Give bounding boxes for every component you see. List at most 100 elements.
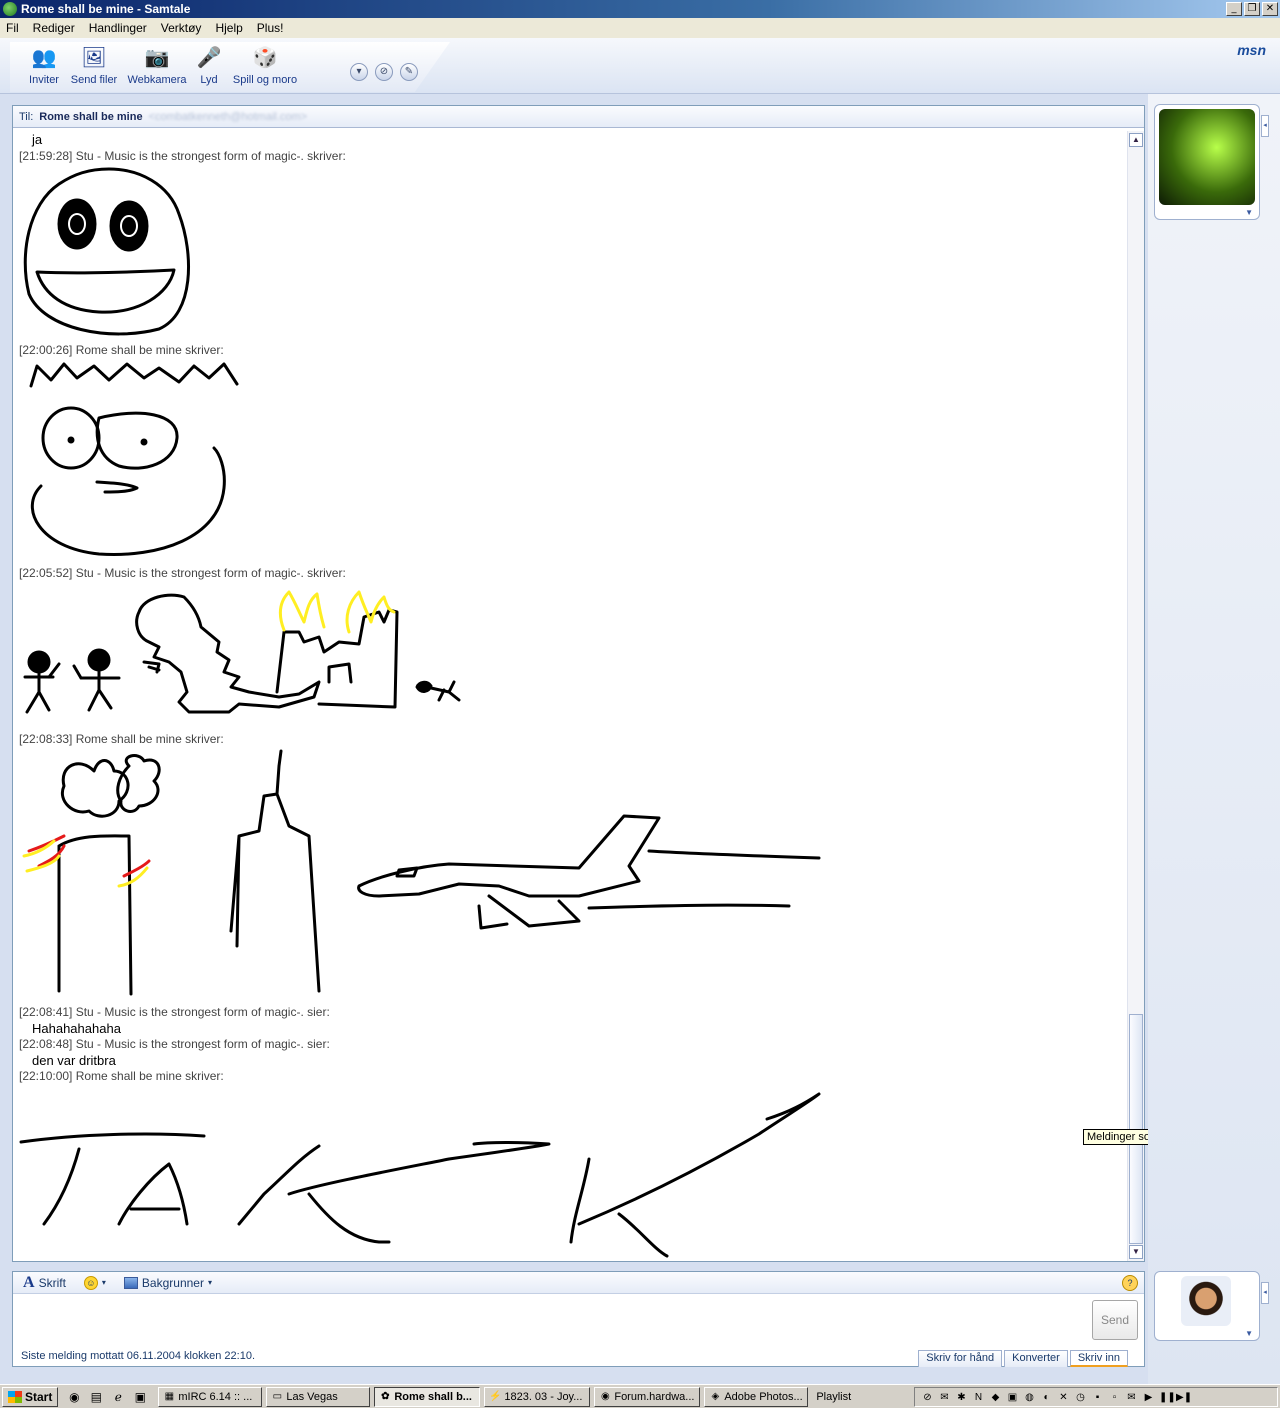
contact-name: Rome shall be mine — [39, 110, 143, 123]
save-icon[interactable]: ▣ — [132, 1389, 148, 1405]
own-avatar — [1181, 1276, 1231, 1326]
collapse-arrow-icon[interactable]: ◂ — [1261, 1282, 1269, 1304]
tray-icon[interactable]: ✉ — [1125, 1391, 1138, 1404]
pause-icon[interactable]: ❚❚ — [1159, 1391, 1176, 1404]
to-bar: Til: Rome shall be mine <combatkenneth@h… — [13, 106, 1144, 128]
own-display-picture[interactable]: ▼ ◂ — [1154, 1271, 1269, 1341]
conversation-history: Til: Rome shall be mine <combatkenneth@h… — [12, 105, 1145, 1262]
message-header: [22:08:33] Rome shall be mine skriver: — [19, 732, 224, 746]
tray-icon[interactable]: ✱ — [955, 1391, 968, 1404]
message-header: [22:08:41] Stu - Music is the strongest … — [19, 1005, 330, 1019]
background-icon — [123, 1276, 138, 1289]
font-icon: A — [23, 1273, 35, 1291]
font-label: Skrift — [38, 1275, 66, 1290]
task-photoshop[interactable]: ◈ Adobe Photos... — [704, 1386, 809, 1407]
invite-icon: 👥 — [31, 47, 57, 69]
maximize-button[interactable]: ❐ — [1244, 2, 1260, 16]
play-icon[interactable]: ▶ — [1142, 1391, 1155, 1404]
tray-icon[interactable]: ▪ — [1091, 1391, 1104, 1404]
tray-icon[interactable]: ✉ — [938, 1391, 951, 1404]
webcam-icon: 📷 — [144, 47, 170, 69]
tray-icon[interactable]: ◍ — [1023, 1391, 1036, 1404]
webcam-button[interactable]: 📷 Webkamera — [126, 44, 188, 86]
message-input[interactable] — [17, 1298, 1087, 1342]
menu-plus[interactable]: Plus! — [257, 21, 284, 35]
msn-logo: msn — [1237, 42, 1266, 58]
emoticon-button[interactable]: ☺ ▾ — [83, 1275, 106, 1290]
opera-icon[interactable]: ◉ — [66, 1389, 82, 1405]
collapse-arrow-icon[interactable]: ◂ — [1261, 115, 1269, 137]
playlist-toolbar[interactable]: Playlist — [812, 1387, 866, 1407]
ie-icon[interactable]: ℯ — [110, 1389, 126, 1405]
webcam-label: Webkamera — [127, 74, 187, 86]
task-las-vegas[interactable]: ▭ Las Vegas — [266, 1386, 371, 1407]
tray-icon[interactable]: ◐ — [1040, 1391, 1053, 1404]
desktop-icon[interactable]: ▤ — [88, 1389, 104, 1405]
scroll-up-icon[interactable]: ▲ — [1129, 133, 1143, 147]
chevron-down-icon: ▾ — [207, 1278, 212, 1287]
invite-button[interactable]: 👥 Inviter — [24, 44, 64, 86]
ink-drawing-face — [29, 362, 239, 556]
display-picture-pane: ▼ ◂ ▼ ◂ — [1148, 94, 1280, 1384]
tray-icon[interactable]: ▣ — [1006, 1391, 1019, 1404]
task-mirc[interactable]: ▦ mIRC 6.14 :: ... — [158, 1386, 263, 1407]
font-button[interactable]: A Skrift — [23, 1274, 66, 1292]
message-header: [21:59:28] Stu - Music is the strongest … — [19, 149, 346, 163]
tray-icon[interactable]: ▫ — [1108, 1391, 1121, 1404]
contact-email: <combatkenneth@hotmail.com> — [148, 110, 308, 123]
send-files-button[interactable]: 🖼 Send filer — [68, 44, 120, 86]
menu-edit[interactable]: Rediger — [33, 21, 75, 35]
games-button[interactable]: 🎲 Spill og moro — [232, 44, 298, 86]
chevron-down-icon: ▾ — [101, 1278, 106, 1287]
msn-icon: ✿ — [381, 1390, 390, 1402]
menu-tools[interactable]: Verktøy — [161, 21, 202, 35]
help-icon[interactable]: ? — [1122, 1275, 1138, 1291]
history-scrollbar[interactable]: ▲ ▼ — [1127, 131, 1144, 1261]
chevron-down-icon[interactable]: ▼ — [1245, 208, 1253, 217]
tray-icon[interactable]: ✕ — [1057, 1391, 1070, 1404]
message-header: [22:00:26] Rome shall be mine skriver: — [19, 343, 224, 357]
format-bar: A Skrift ☺ ▾ Bakgrunner ▾ ? — [13, 1272, 1144, 1294]
to-label: Til: — [19, 110, 34, 123]
window-title: Rome shall be mine - Samtale — [21, 2, 191, 16]
tray-icon[interactable]: ◆ — [989, 1391, 1002, 1404]
contact-display-picture[interactable]: ▼ ◂ — [1154, 104, 1269, 220]
audio-button[interactable]: 🎤 Lyd — [194, 44, 224, 86]
tab-convert[interactable]: Konverter — [1004, 1350, 1068, 1367]
start-button[interactable]: Start — [2, 1386, 59, 1407]
tray-icon[interactable]: ⊘ — [921, 1391, 934, 1404]
tab-type[interactable]: Skriv inn — [1069, 1350, 1128, 1367]
task-conversation[interactable]: ✿ Rome shall b... — [374, 1386, 481, 1407]
paint-icon[interactable]: ✎ — [400, 63, 418, 81]
send-button[interactable]: Send — [1092, 1300, 1138, 1340]
task-forum[interactable]: ◉ Forum.hardwa... — [594, 1386, 701, 1407]
close-button[interactable]: ✕ — [1262, 2, 1278, 16]
start-label: Start — [25, 1389, 53, 1404]
task-media-player[interactable]: ⚡ 1823. 03 - Joy... — [484, 1386, 591, 1407]
ink-drawing-monster — [23, 590, 461, 714]
menu-file[interactable]: Fil — [6, 21, 19, 35]
tray-icon[interactable]: N — [972, 1391, 985, 1404]
scroll-down-icon[interactable]: ▼ — [1129, 1245, 1143, 1259]
menu-help[interactable]: Hjelp — [215, 21, 242, 35]
send-files-label: Send filer — [70, 74, 118, 86]
tab-handwriting[interactable]: Skriv for hånd — [918, 1350, 1003, 1367]
minimize-button[interactable]: _ — [1226, 2, 1242, 16]
message-text: den var dritbra — [32, 1053, 116, 1068]
compose-area: A Skrift ☺ ▾ Bakgrunner ▾ ? Send Siste m… — [12, 1271, 1145, 1367]
winamp-icon: ⚡ — [489, 1390, 502, 1402]
backgrounds-button[interactable]: Bakgrunner ▾ — [123, 1276, 212, 1290]
message-header: [22:08:48] Stu - Music is the strongest … — [19, 1037, 330, 1051]
next-icon[interactable]: ▶❚ — [1176, 1391, 1192, 1404]
menu-actions[interactable]: Handlinger — [89, 21, 147, 35]
dropdown-arrow-icon[interactable]: ▾ — [350, 63, 368, 81]
chevron-down-icon[interactable]: ▼ — [1245, 1329, 1253, 1338]
taskbar: Start ◉ ▤ ℯ ▣ ▦ mIRC 6.14 :: ... ▭ Las Veg… — [0, 1384, 1280, 1408]
tray-icon[interactable]: ◷ — [1074, 1391, 1087, 1404]
mirc-icon: ▦ — [164, 1390, 175, 1402]
system-tray: ⊘ ✉ ✱ N ◆ ▣ ◍ ◐ ✕ ◷ ▪ ▫ ✉ ▶ ❚❚ ▶❚ — [914, 1387, 1278, 1407]
block-icon[interactable]: ⊘ — [375, 63, 393, 81]
message-text: ja — [32, 132, 43, 147]
message-header: [22:05:52] Stu - Music is the strongest … — [19, 566, 346, 580]
folder-icon: ▭ — [272, 1390, 283, 1402]
